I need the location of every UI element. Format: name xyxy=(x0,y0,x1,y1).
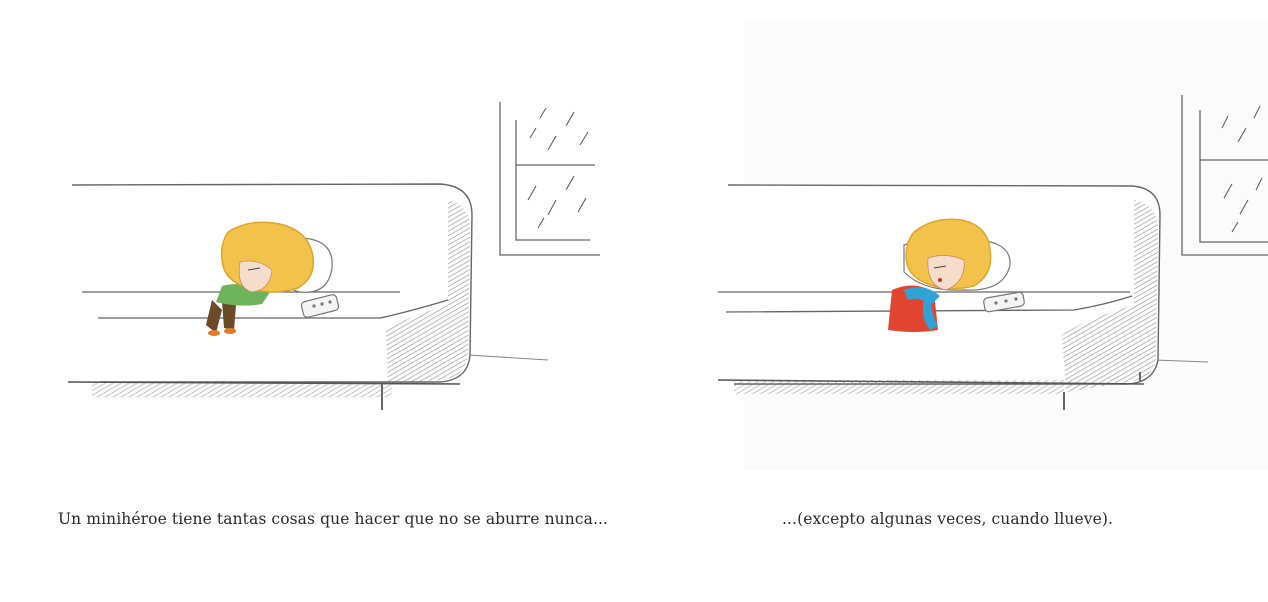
left-caption: Un minihéroe tiene tantas cosas que hace… xyxy=(58,510,609,528)
sofa xyxy=(67,183,473,410)
floor-line xyxy=(467,354,549,361)
sofa xyxy=(717,184,1161,410)
right-page: ...(excepto algunas veces, cuando llueve… xyxy=(634,0,1268,602)
left-illustration xyxy=(67,102,600,410)
right-illustration xyxy=(717,20,1268,470)
rain-drops xyxy=(527,107,589,229)
left-page: Un minihéroe tiene tantas cosas que hace… xyxy=(0,0,634,602)
rainy-window xyxy=(499,102,600,256)
right-caption: ...(excepto algunas veces, cuando llueve… xyxy=(782,510,1114,528)
